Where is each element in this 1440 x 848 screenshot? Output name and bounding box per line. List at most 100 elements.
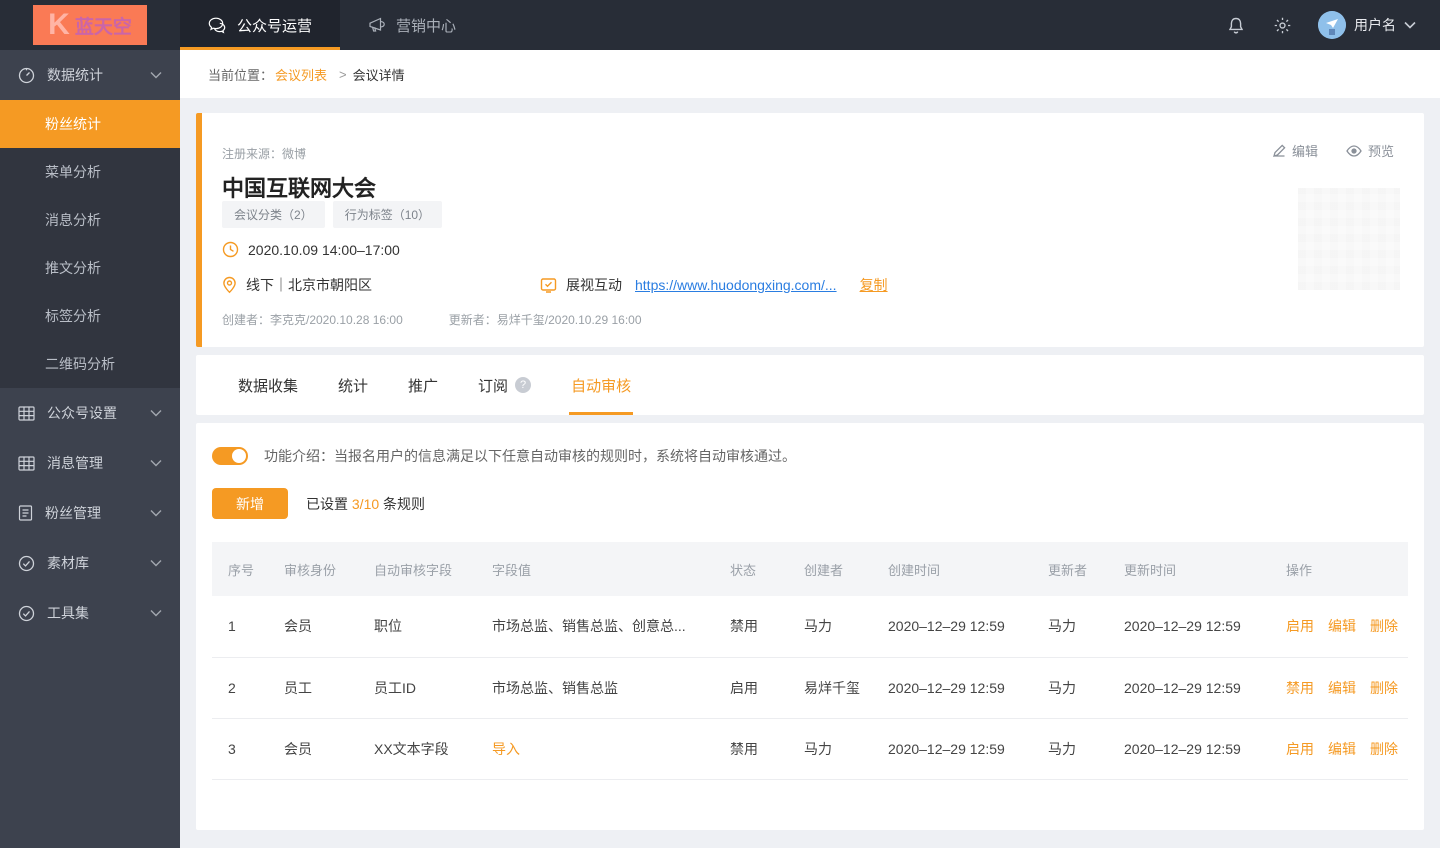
action-link-2[interactable]: 删除 [1370,618,1398,634]
check-circle-icon [18,605,35,622]
cell-updated: 2020–12–29 12:59 [1108,596,1270,658]
sidebar-group-4[interactable]: 素材库 [0,538,180,588]
tab-label: 统计 [338,377,369,395]
wechat-icon [208,17,228,34]
value-import-link[interactable]: 导入 [492,741,520,757]
value-text: 市场总监、销售总监、创意总... [492,618,686,635]
cell-field: 职位 [358,596,476,658]
column-header: 创建者 [788,542,872,596]
sidebar-group-3[interactable]: 粉丝管理 [0,488,180,538]
add-rule-button[interactable]: 新增 [212,488,288,519]
action-link-0[interactable]: 启用 [1286,741,1314,757]
tab-label: 自动审核 [571,377,632,395]
location-pin-icon [223,276,236,294]
sidebar-group-2[interactable]: 消息管理 [0,438,180,488]
breadcrumb: 当前位置： 会议列表 > 会议详情 [180,50,1440,98]
cell-created: 2020–12–29 12:59 [872,718,1032,780]
help-icon[interactable]: ? [515,377,532,393]
gauge-icon [18,67,35,84]
rules-table: 序号 审核身份 自动审核字段 字段值 状态 创建者 创建时间 更新者 更新时间 操作 1 会员 职位 市场… [212,542,1408,780]
action-link-0[interactable]: 启用 [1286,618,1314,634]
sidebar-group-1[interactable]: 公众号设置 [0,388,180,438]
tab-0[interactable]: 数据收集 [218,355,318,415]
cell-created: 2020–12–29 12:59 [872,596,1032,658]
topbar: K 蓝天空 公众号运营 营销中心 用户名 [0,0,1440,50]
action-link-1[interactable]: 编辑 [1328,741,1356,757]
topbar-right: 用户名 [1226,0,1440,50]
edit-button[interactable]: 编辑 [1272,141,1318,160]
top-nav-item-0[interactable]: 公众号运营 [180,0,341,50]
tab-4[interactable]: 自动审核 [551,355,651,415]
sidebar: 数据统计 粉丝统计 菜单分析 消息分析 推文分析 标签分析 二维码分析公众号设置消息管理粉丝… [0,50,180,848]
meeting-location: 线下｜北京市朝阳区 [246,277,372,293]
pencil-icon [1273,143,1286,157]
logo-box: K 蓝天空 [33,5,147,45]
cell-status: 启用 [714,657,788,719]
user-menu[interactable]: 用户名 [1318,11,1416,39]
meeting-tag-1: 行为标签（10） [332,201,443,228]
bell-icon[interactable] [1226,15,1246,35]
chevron-down-icon [150,71,162,79]
column-header: 审核身份 [268,542,358,596]
breadcrumb-current: 会议详情 [352,67,405,83]
breadcrumb-prefix: 当前位置： [208,67,274,83]
copy-link-button[interactable]: 复制 [860,275,888,295]
sidebar-group-label: 消息管理 [47,455,103,471]
logo-title: 蓝天空 [74,16,132,38]
logo-k-icon: K [48,8,70,41]
meeting-title: 中国互联网大会 [222,176,377,201]
table-row: 2 员工 员工ID 市场总监、销售总监 启用 易烊千玺 2020–12–29 12:59 马力… [212,657,1408,719]
sidebar-group-5[interactable]: 工具集 [0,588,180,638]
preview-label: 预览 [1367,144,1394,159]
cell-updated: 2020–12–29 12:59 [1108,657,1270,719]
sidebar-item-0-1[interactable]: 菜单分析 [0,148,180,196]
megaphone-icon [368,17,387,33]
cell-updater: 马力 [1032,718,1108,780]
feature-intro-row: 功能介绍：当报名用户的信息满足以下任意自动审核的规则时，系统将自动审核通过。 [212,446,1408,466]
cell-updated: 2020–12–29 12:59 [1108,718,1270,780]
sidebar-item-0-3[interactable]: 推文分析 [0,244,180,292]
tab-label: 数据收集 [238,377,299,395]
action-link-0[interactable]: 禁用 [1286,680,1314,696]
auto-review-panel: 功能介绍：当报名用户的信息满足以下任意自动审核的规则时，系统将自动审核通过。 新… [196,423,1424,830]
sidebar-item-0-2[interactable]: 消息分析 [0,196,180,244]
top-nav-item-1[interactable]: 营销中心 [340,0,484,50]
rules-count: 3/10 [351,495,380,512]
add-rule-row: 新增 已设置 3/10 条规则 [212,488,1408,519]
clock-icon [222,241,239,258]
sidebar-group-0[interactable]: 数据统计 [0,50,180,100]
top-nav-label: 营销中心 [396,17,457,35]
platform-url-link[interactable]: https://www.huodongxing.com/... [635,277,837,293]
tab-2[interactable]: 推广 [388,355,458,415]
tab-1[interactable]: 统计 [318,355,388,415]
cell-actions: 禁用 编辑 删除 [1270,657,1408,719]
sidebar-group-label: 粉丝管理 [45,505,101,521]
cell-status: 禁用 [714,718,788,780]
eye-icon [1346,144,1362,157]
cell-field: 员工ID [358,657,476,719]
grid-icon [18,405,35,421]
column-header: 创建时间 [872,542,1032,596]
action-link-1[interactable]: 编辑 [1328,680,1356,696]
sidebar-group-label: 公众号设置 [47,405,117,421]
app-logo[interactable]: K 蓝天空 [0,0,180,50]
preview-button[interactable]: 预览 [1346,141,1394,160]
sidebar-item-0-4[interactable]: 标签分析 [0,292,180,340]
gear-icon[interactable] [1272,15,1292,35]
feature-toggle[interactable] [212,447,248,465]
sidebar-item-0-0[interactable]: 粉丝统计 [0,100,180,148]
cell-status: 禁用 [714,596,788,658]
rules-prefix: 已设置 [306,495,352,512]
sidebar-item-0-5[interactable]: 二维码分析 [0,340,180,388]
faded-qr-placeholder [1298,188,1400,290]
doc-icon [18,505,33,521]
action-link-1[interactable]: 编辑 [1328,618,1356,634]
check-circle-icon [18,555,35,572]
cell-creator: 易烊千玺 [788,657,872,719]
action-link-2[interactable]: 删除 [1370,741,1398,757]
action-link-2[interactable]: 删除 [1370,680,1398,696]
breadcrumb-link-meeting-list[interactable]: 会议列表 [275,65,327,84]
meeting-card: 注册来源：微博 中国互联网大会 会议分类（2） 行为标签（10） 2020.10.… [196,113,1424,347]
tab-3[interactable]: 订阅? [458,355,551,415]
chevron-down-icon [150,559,162,567]
